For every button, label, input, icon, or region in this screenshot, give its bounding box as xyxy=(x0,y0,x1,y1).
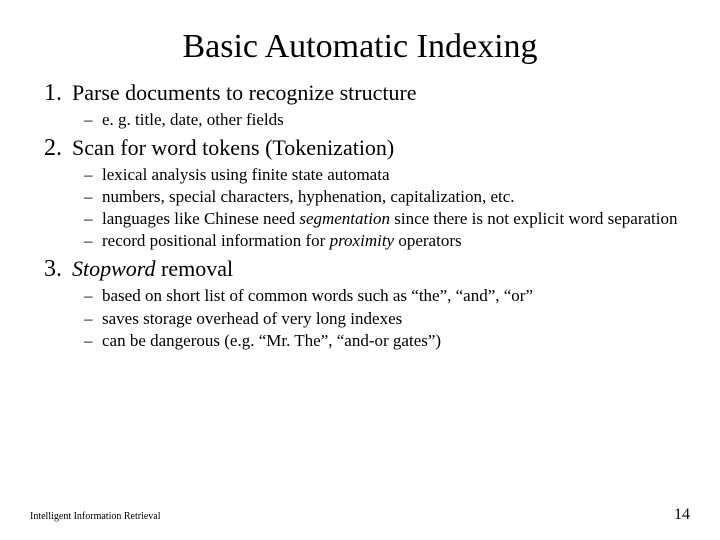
footer-label: Intelligent Information Retrieval xyxy=(30,511,161,522)
sub-item: languages like Chinese need segmentation… xyxy=(84,208,680,230)
list-item: 3.Stopword removal based on short list of… xyxy=(44,256,680,351)
sub-item: numbers, special characters, hyphenation… xyxy=(84,186,680,208)
sub-list: lexical analysis using finite state auto… xyxy=(44,164,680,252)
sub-item: can be dangerous (e.g. “Mr. The”, “and-o… xyxy=(84,330,680,352)
sub-item: based on short list of common words such… xyxy=(84,285,680,307)
sub-item: e. g. title, date, other fields xyxy=(84,109,680,131)
slide-title: Basic Automatic Indexing xyxy=(40,28,680,66)
list-item: 2.Scan for word tokens (Tokenization) lex… xyxy=(44,135,680,252)
sub-list: based on short list of common words such… xyxy=(44,285,680,351)
list-item: 1.Parse documents to recognize structure… xyxy=(44,80,680,131)
page-number: 14 xyxy=(674,506,690,524)
sub-list: e. g. title, date, other fields xyxy=(44,109,680,131)
sub-item: lexical analysis using finite state auto… xyxy=(84,164,680,186)
item-text: Stopword removal xyxy=(72,256,233,281)
item-number: 2. xyxy=(44,135,72,162)
sub-item: saves storage overhead of very long inde… xyxy=(84,308,680,330)
outline-list: 1.Parse documents to recognize structure… xyxy=(40,80,680,352)
item-number: 3. xyxy=(44,256,72,283)
sub-item: record positional information for proxim… xyxy=(84,230,680,252)
item-text: Parse documents to recognize structure xyxy=(72,80,417,105)
item-number: 1. xyxy=(44,80,72,107)
item-text: Scan for word tokens (Tokenization) xyxy=(72,135,394,160)
